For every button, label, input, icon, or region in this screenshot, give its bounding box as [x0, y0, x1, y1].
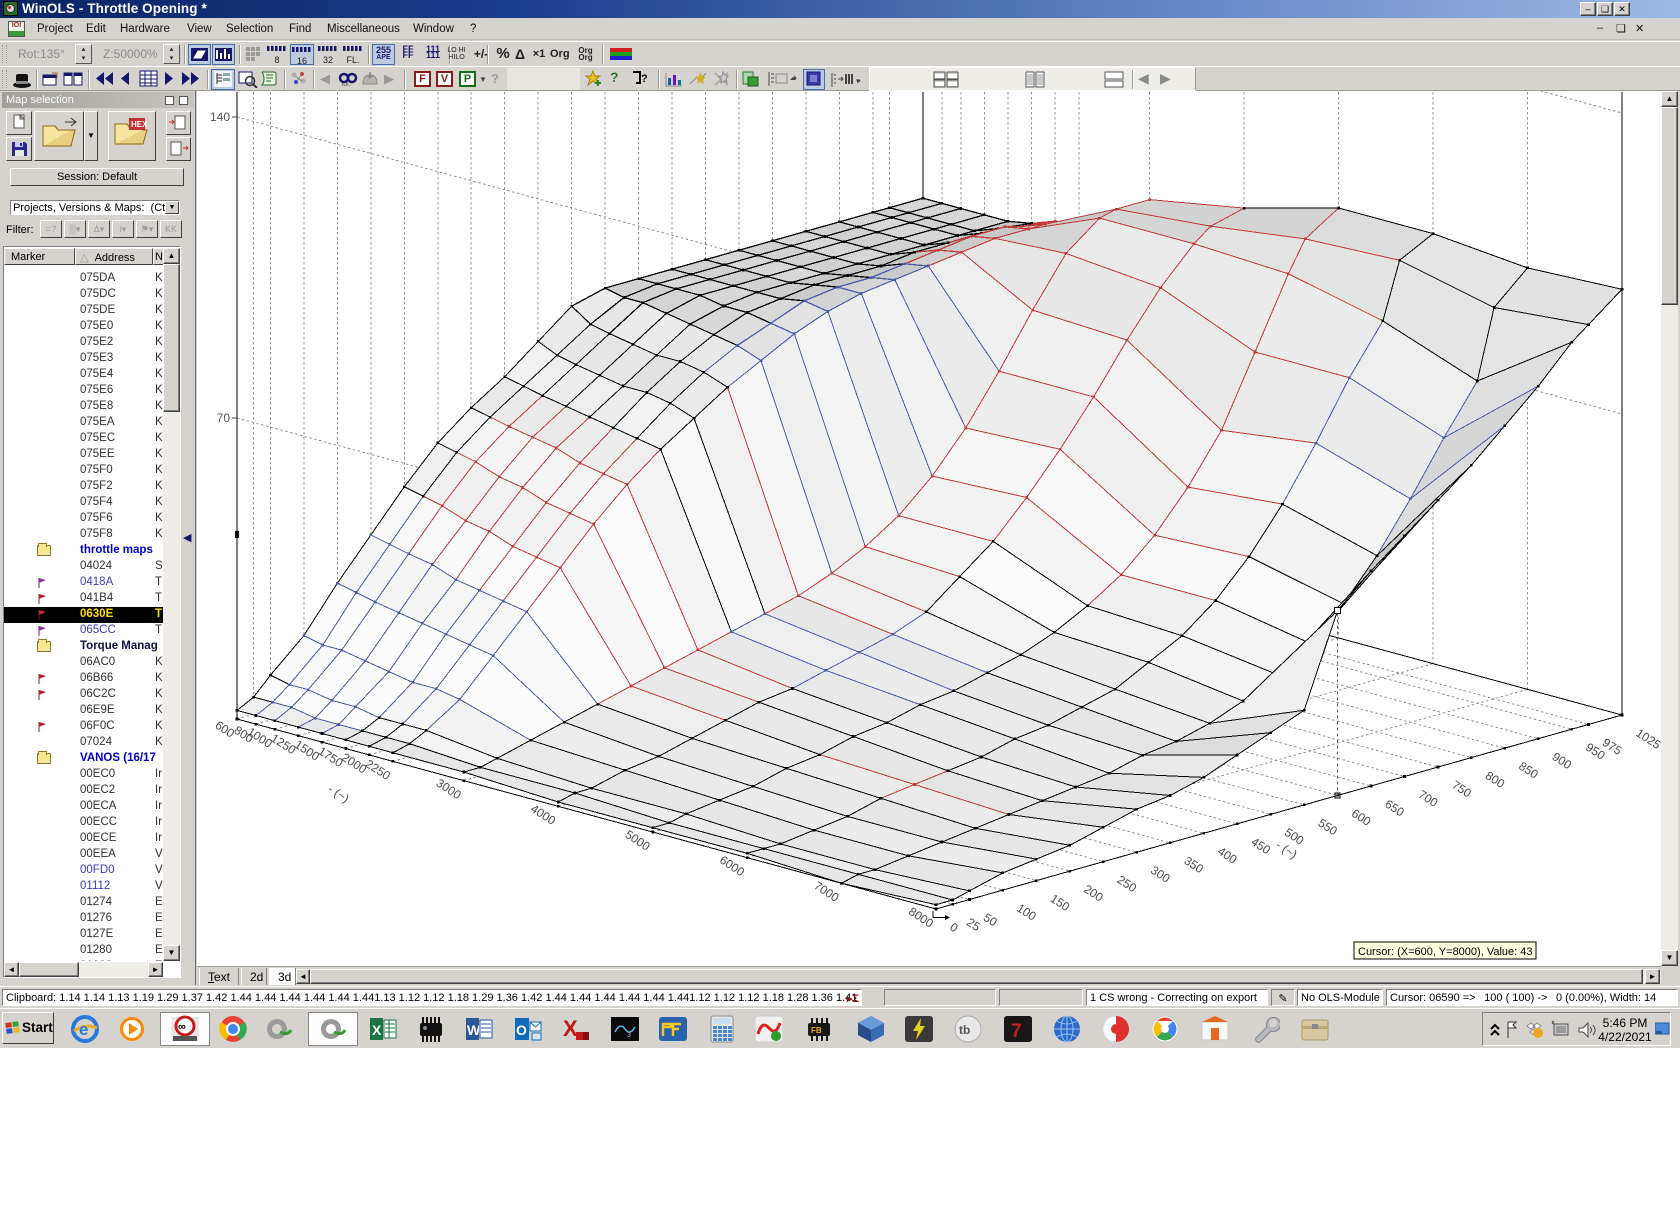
svg-text:3: 3: [627, 1032, 631, 1039]
svg-text:900: 900: [1550, 749, 1575, 772]
svg-text:tb: tb: [959, 1023, 970, 1037]
svg-text:7: 7: [1011, 1021, 1022, 1042]
svg-text:70: 70: [217, 411, 231, 425]
svg-text:1025: 1025: [1633, 726, 1661, 752]
svg-text:800: 800: [1483, 768, 1508, 791]
svg-text:IOI..: IOI..: [342, 82, 351, 87]
svg-text:350: 350: [1182, 854, 1207, 877]
svg-text:750: 750: [1449, 778, 1474, 801]
svg-text:650: 650: [1382, 797, 1407, 820]
svg-text:FB: FB: [811, 1026, 822, 1035]
svg-text:600: 600: [213, 718, 238, 741]
svg-text:Cursor: (X=600, Y=8000), Value: Cursor: (X=600, Y=8000), Value: 43: [1358, 946, 1532, 958]
svg-text:X: X: [372, 1022, 382, 1038]
svg-text:X: X: [563, 1016, 578, 1041]
svg-text:400: 400: [1215, 844, 1240, 867]
svg-text:∞: ∞: [178, 1021, 186, 1033]
svg-text:450: 450: [1249, 835, 1274, 858]
svg-text:550: 550: [1315, 816, 1340, 839]
svg-text:140: 140: [210, 110, 230, 124]
svg-text:50: 50: [981, 910, 1000, 929]
svg-text:0: 0: [947, 920, 960, 936]
svg-text:150: 150: [1048, 891, 1073, 914]
svg-text:?: ?: [641, 73, 648, 85]
svg-text:850: 850: [1516, 759, 1541, 782]
svg-text:25: 25: [964, 915, 983, 934]
svg-text:e: e: [79, 1020, 88, 1039]
svg-text:250: 250: [1115, 872, 1140, 895]
svg-text:200: 200: [1081, 882, 1106, 905]
svg-text:600: 600: [1349, 806, 1374, 829]
svg-text:- (~): - (~): [325, 782, 351, 806]
svg-text:700: 700: [1416, 787, 1441, 810]
svg-text:O: O: [516, 1022, 527, 1038]
svg-text:W: W: [467, 1022, 481, 1038]
svg-text:100: 100: [1014, 901, 1039, 924]
svg-text:300: 300: [1148, 863, 1173, 886]
svg-text:HEX: HEX: [131, 120, 148, 129]
